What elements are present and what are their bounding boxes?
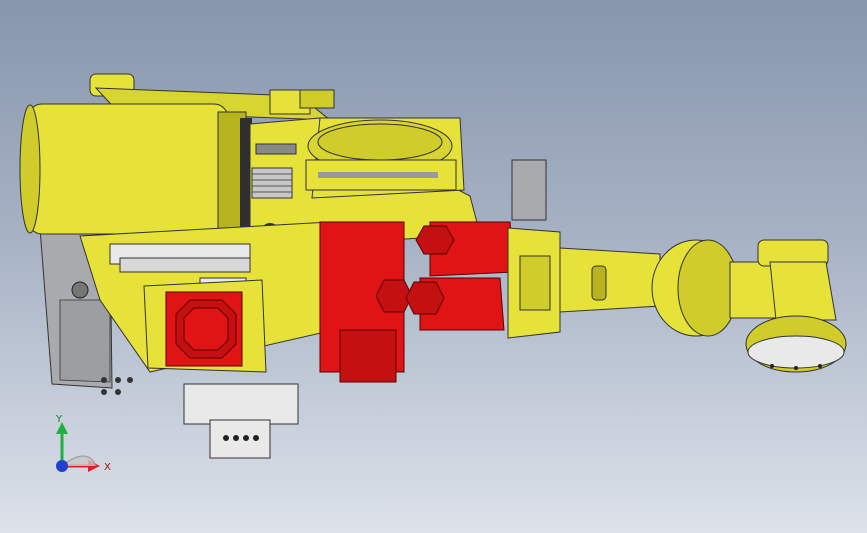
red-motor-left bbox=[165, 291, 243, 367]
z-axis-dot bbox=[56, 460, 68, 472]
robot-arm-model[interactable] bbox=[0, 0, 867, 533]
x-axis-label: X bbox=[104, 462, 111, 473]
red-motor-cluster bbox=[319, 221, 515, 383]
cad-viewport[interactable]: Y X bbox=[0, 0, 867, 533]
coordinate-triad: Y X bbox=[55, 414, 111, 473]
y-axis-label: Y bbox=[55, 414, 63, 425]
main-motor bbox=[19, 103, 252, 235]
bottom-actuator bbox=[183, 383, 299, 459]
forearm bbox=[507, 227, 795, 339]
